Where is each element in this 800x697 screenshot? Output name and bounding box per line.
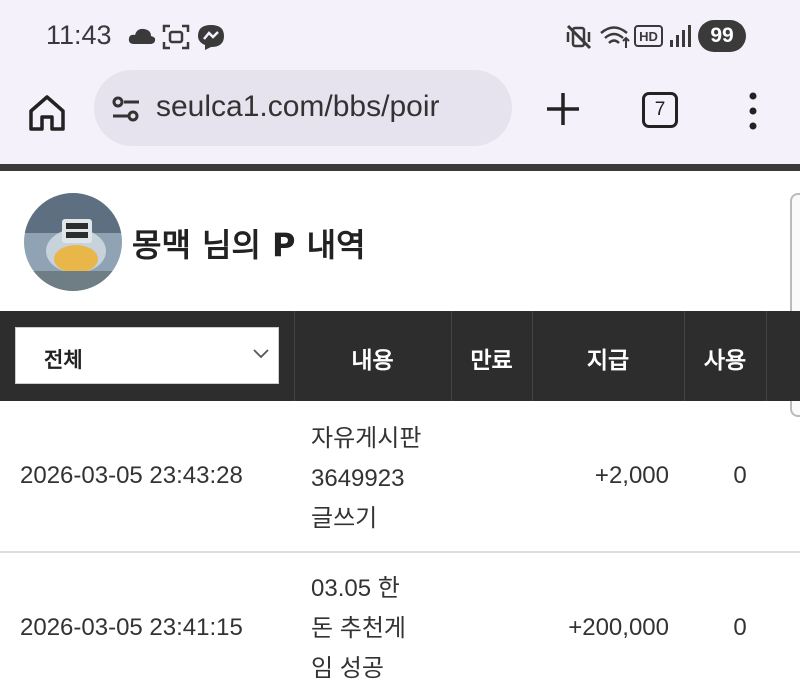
- avatar: [24, 193, 122, 291]
- row-content-line: 3649923: [311, 465, 405, 492]
- table-row: 2026-03-05 23:43:28 자유게시판 3649923 글쓰기 +2…: [0, 401, 800, 552]
- header-earned: 지급: [586, 348, 630, 374]
- column-divider: [766, 311, 767, 401]
- row-datetime: 2026-03-05 23:41:15: [20, 614, 243, 641]
- row-content-line: 03.05 한: [311, 575, 400, 602]
- mute-vibrate-icon: [566, 24, 592, 50]
- row-content-line: 임 성공: [311, 655, 384, 682]
- row-content-line: 돈 추천게: [311, 615, 406, 642]
- more-menu-icon[interactable]: [745, 92, 761, 130]
- screen-capture-icon: [162, 24, 190, 50]
- page-title: 몽맥 님의 P 내역: [132, 226, 366, 264]
- filter-select[interactable]: 전체: [15, 327, 279, 384]
- status-bar: 11:43 HD 99: [0, 0, 800, 70]
- svg-text:HD: HD: [639, 29, 658, 44]
- row-content-line: 글쓰기: [311, 505, 378, 532]
- home-icon[interactable]: [26, 92, 68, 134]
- row-earned: +200,000: [568, 614, 669, 641]
- toolbar-divider: [0, 164, 800, 171]
- row-used: 0: [733, 614, 747, 641]
- row-content: 03.05 한 돈 추천게 임 성공: [311, 569, 406, 689]
- new-tab-icon[interactable]: [544, 90, 582, 128]
- tab-switcher-button[interactable]: 7: [642, 92, 678, 128]
- wifi-icon: [600, 26, 630, 48]
- browser-toolbar: seulca1.com/bbs/poir 7: [0, 70, 800, 164]
- row-content: 자유게시판 3649923 글쓰기: [311, 419, 421, 539]
- address-bar[interactable]: seulca1.com/bbs/poir: [94, 70, 512, 146]
- battery-indicator: 99: [698, 20, 746, 52]
- messenger-icon: [198, 25, 224, 50]
- profile-image: [24, 193, 122, 291]
- header-content: 내용: [351, 348, 394, 374]
- hd-icon: HD: [634, 25, 663, 47]
- signal-icon: [670, 25, 691, 47]
- cloud-icon: [128, 28, 156, 44]
- table-row: 2026-03-05 23:41:15 03.05 한 돈 추천게 임 성공 +…: [0, 552, 800, 697]
- header-used: 사용: [703, 348, 747, 374]
- row-content-line: 자유게시판: [311, 425, 422, 452]
- table-header: 전체 내용 만료 지급 사용: [0, 311, 800, 401]
- url-text[interactable]: seulca1.com/bbs/poir: [156, 90, 439, 124]
- row-earned: +2,000: [594, 462, 669, 489]
- chevron-down-icon: [253, 349, 269, 359]
- site-settings-icon[interactable]: [112, 96, 140, 122]
- filter-selected-value: 전체: [44, 348, 83, 372]
- header-expiry: 만료: [470, 348, 513, 374]
- row-used: 0: [733, 462, 747, 489]
- row-datetime: 2026-03-05 23:43:28: [20, 462, 243, 489]
- status-time: 11:43: [46, 20, 112, 50]
